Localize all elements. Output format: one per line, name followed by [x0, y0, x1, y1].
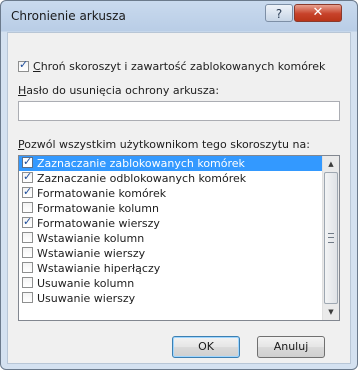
permission-checkbox[interactable] [22, 169, 33, 184]
protect-contents-label: Chroń skoroszyt i zawartość zablokowanyc… [33, 59, 326, 73]
permission-checkbox[interactable] [22, 232, 33, 243]
permissions-items: Zaznaczanie zablokowanych komórek Zaznacz… [19, 156, 322, 306]
protect-contents-option[interactable]: Chroń skoroszyt i zawartość zablokowanyc… [18, 58, 326, 73]
permission-checkbox[interactable] [22, 202, 33, 213]
permission-label: Wstawianie kolumn [37, 232, 145, 245]
scroll-down-arrow-icon[interactable]: ▼ [323, 304, 339, 320]
password-label: Hasło do usunięcia ochrony arkusza: [18, 84, 220, 97]
permission-checkbox[interactable] [22, 277, 33, 288]
close-icon: ✕ [312, 5, 324, 20]
permission-item[interactable]: Formatowanie kolumn [19, 201, 322, 216]
dialog-title: Chronienie arkusza [11, 9, 126, 23]
permission-checkbox[interactable] [22, 156, 33, 169]
permission-checkbox[interactable] [22, 214, 33, 229]
permissions-scrollbar[interactable]: ▲ ▼ [322, 156, 339, 320]
protect-sheet-dialog: Chronienie arkusza ? ✕ Chroń skoroszyt i… [0, 0, 358, 370]
title-bar[interactable]: Chronienie arkusza ? ✕ [1, 1, 357, 31]
permission-label: Formatowanie komórek [37, 187, 167, 200]
permissions-list[interactable]: Zaznaczanie zablokowanych komórek Zaznacz… [18, 155, 340, 321]
permission-checkbox[interactable] [22, 184, 33, 199]
permission-item[interactable]: Zaznaczanie odblokowanych komórek [19, 169, 322, 186]
password-input[interactable] [18, 101, 340, 121]
permission-label: Formatowanie kolumn [37, 202, 159, 215]
scrollbar-thumb[interactable] [324, 172, 338, 304]
permission-item[interactable]: Usuwanie kolumn [19, 276, 322, 291]
permission-item[interactable]: Formatowanie komórek [19, 184, 322, 201]
permission-label: Usuwanie wierszy [37, 292, 136, 305]
permission-label: Zaznaczanie odblokowanych komórek [37, 172, 247, 185]
help-icon: ? [275, 7, 283, 21]
permission-label: Wstawianie hiperłączy [37, 262, 161, 275]
permission-label: Formatowanie wierszy [37, 217, 160, 230]
permission-checkbox[interactable] [22, 247, 33, 258]
permission-item[interactable]: Wstawianie wierszy [19, 246, 322, 261]
permission-item[interactable]: Wstawianie hiperłączy [19, 261, 322, 276]
grip-icon [328, 233, 334, 243]
dialog-body: Chroń skoroszyt i zawartość zablokowanyc… [7, 32, 351, 364]
permission-label: Usuwanie kolumn [37, 277, 135, 290]
permission-item[interactable]: Wstawianie kolumn [19, 231, 322, 246]
permissions-label: Pozwól wszystkim użytkownikom tego skoro… [18, 138, 310, 151]
cancel-button[interactable]: Anuluj [257, 336, 325, 358]
ok-button[interactable]: OK [172, 336, 240, 358]
help-button[interactable]: ? [265, 4, 293, 22]
permission-item[interactable]: Usuwanie wierszy [19, 291, 322, 306]
permission-label: Wstawianie wierszy [37, 247, 146, 260]
protect-contents-checkbox[interactable] [18, 58, 29, 72]
scroll-up-arrow-icon[interactable]: ▲ [323, 156, 339, 172]
permission-item[interactable]: Zaznaczanie zablokowanych komórek [19, 156, 322, 171]
permission-checkbox[interactable] [22, 292, 33, 303]
permission-item[interactable]: Formatowanie wierszy [19, 214, 322, 231]
permission-label: Zaznaczanie zablokowanych komórek [37, 157, 245, 170]
close-button[interactable]: ✕ [294, 4, 342, 22]
permission-checkbox[interactable] [22, 262, 33, 273]
